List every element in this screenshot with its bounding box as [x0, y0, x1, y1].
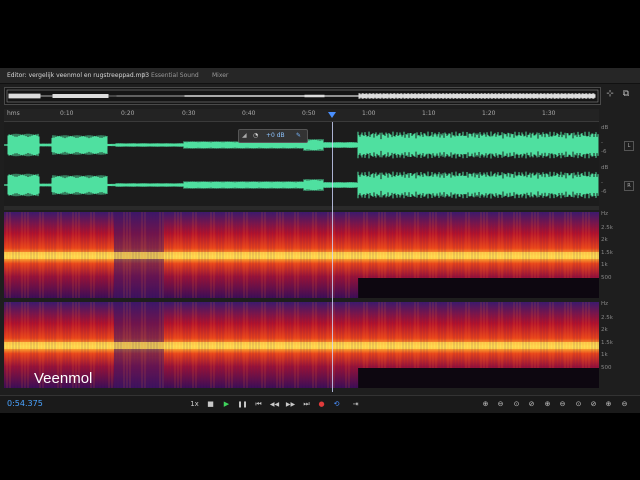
db-tick: - [601, 139, 603, 146]
ruler-tick: 0:40 [242, 110, 256, 117]
pause-icon[interactable]: ❚❚ [237, 399, 248, 410]
db-scale-right: dB - -6 [601, 165, 609, 196]
zoom-selection-icon[interactable]: ⊘ [588, 399, 599, 410]
time-ruler[interactable]: hms 0:10 0:20 0:30 0:40 0:50 1:00 1:10 1… [4, 109, 599, 122]
hz-tick: 1.5k [601, 249, 613, 256]
tab-menu-icon[interactable]: ≡ [141, 71, 146, 78]
zoom-full-icon[interactable]: ⊕ [542, 399, 553, 410]
playback-speed[interactable]: 1x [189, 399, 200, 410]
waveform-right-channel [4, 171, 599, 199]
tab-essential-sound[interactable]: Essential Sound [151, 72, 199, 79]
hud-gain-value: +0 dB [266, 132, 285, 139]
loop-icon[interactable]: ⟲ [331, 399, 342, 410]
transport-bar: 0:54.375 1x ■ ▶ ❚❚ ⏮ ◀◀ ▶▶ ⏭ ● ⟲ ⇥ ⊕ ⊖ ⊙… [0, 395, 640, 413]
rewind-icon[interactable]: ◀◀ [269, 399, 280, 410]
hz-tick: 500 [601, 364, 612, 371]
hz-unit: Hz [601, 301, 609, 307]
hz-scale-right: Hz 2.5k 2k 1.5k 1k 500 [601, 301, 613, 371]
db-tick: -6 [601, 149, 607, 155]
ruler-tick: 1:30 [542, 110, 556, 117]
hz-tick: 1k [601, 262, 608, 268]
zoom-in-amplitude-icon[interactable]: ⊕ [480, 399, 491, 410]
db-unit: dB [601, 125, 609, 131]
skip-to-end-icon[interactable]: ⏭ [301, 399, 312, 410]
hud-level-icon: ◢ [242, 132, 247, 139]
db-unit: dB [601, 165, 609, 171]
gain-hud[interactable]: ◢ ◔ +0 dB ✎ [238, 129, 308, 143]
ruler-tick: 0:10 [60, 110, 74, 117]
ruler-tick: 0:30 [182, 110, 196, 117]
spectrogram-left[interactable] [4, 212, 599, 298]
view-divider[interactable] [4, 206, 599, 210]
hud-knob-icon[interactable]: ◔ [253, 132, 258, 139]
zoom-in-point-icon[interactable]: ⊖ [557, 399, 568, 410]
audition-editor: Editor: vergelijk veenmol en rugstreeppa… [0, 68, 640, 413]
skip-icon[interactable]: ⇥ [350, 399, 361, 410]
zoom-in-time-icon[interactable]: ⊙ [511, 399, 522, 410]
ruler-tick: 1:00 [362, 110, 376, 117]
channel-right-toggle[interactable]: R [624, 181, 634, 191]
hz-tick: 2.5k [601, 224, 613, 231]
zoom-navigator-icon[interactable]: ⊹ [604, 88, 616, 100]
playhead-handle[interactable] [328, 112, 336, 118]
db-scale-left: dB - -6 [601, 125, 609, 156]
db-tick: - [601, 179, 603, 186]
hz-tick: 1k [601, 352, 608, 358]
hz-tick: 1.5k [601, 339, 613, 346]
tab-editor[interactable]: Editor: vergelijk veenmol en rugstreeppa… [7, 72, 149, 79]
playhead-line[interactable] [332, 122, 333, 392]
hz-tick: 2.5k [601, 314, 613, 321]
skip-to-start-icon[interactable]: ⏮ [253, 399, 264, 410]
spectrogram-right[interactable] [4, 302, 599, 388]
hz-scale-left: Hz 2.5k 2k 1.5k 1k 500 [601, 211, 613, 281]
zoom-full-icon[interactable]: ⧉ [620, 88, 632, 100]
overview-waveform [6, 89, 599, 103]
fast-forward-icon[interactable]: ▶▶ [285, 399, 296, 410]
hz-tick: 500 [601, 274, 612, 281]
record-icon[interactable]: ● [316, 399, 327, 410]
hz-tick: 2k [601, 237, 608, 243]
stop-icon[interactable]: ■ [205, 399, 216, 410]
hud-pin-icon[interactable]: ✎ [296, 132, 301, 139]
zoom-out-amplitude-icon[interactable]: ⊖ [495, 399, 506, 410]
overlay-caption: Veenmol [34, 370, 93, 387]
ruler-tick: 0:20 [121, 110, 135, 117]
current-time[interactable]: 0:54.375 [7, 399, 43, 408]
ruler-unit: hms [7, 110, 20, 117]
play-icon[interactable]: ▶ [221, 399, 232, 410]
hz-tick: 2k [601, 327, 608, 333]
panel-tabs: Editor: vergelijk veenmol en rugstreeppa… [0, 68, 640, 84]
channel-left-toggle[interactable]: L [624, 141, 634, 151]
ruler-tick: 1:10 [422, 110, 436, 117]
zoom-out-time-icon[interactable]: ⊘ [526, 399, 537, 410]
ruler-tick: 1:20 [482, 110, 496, 117]
hz-unit: Hz [601, 211, 609, 217]
waveform-overview[interactable] [4, 87, 601, 105]
zoom-out-spectral-icon[interactable]: ⊖ [619, 399, 630, 410]
zoom-out-point-icon[interactable]: ⊙ [573, 399, 584, 410]
tab-mixer[interactable]: Mixer [212, 72, 228, 79]
zoom-in-spectral-icon[interactable]: ⊕ [603, 399, 614, 410]
db-tick: -6 [601, 189, 607, 195]
ruler-tick: 0:50 [302, 110, 316, 117]
